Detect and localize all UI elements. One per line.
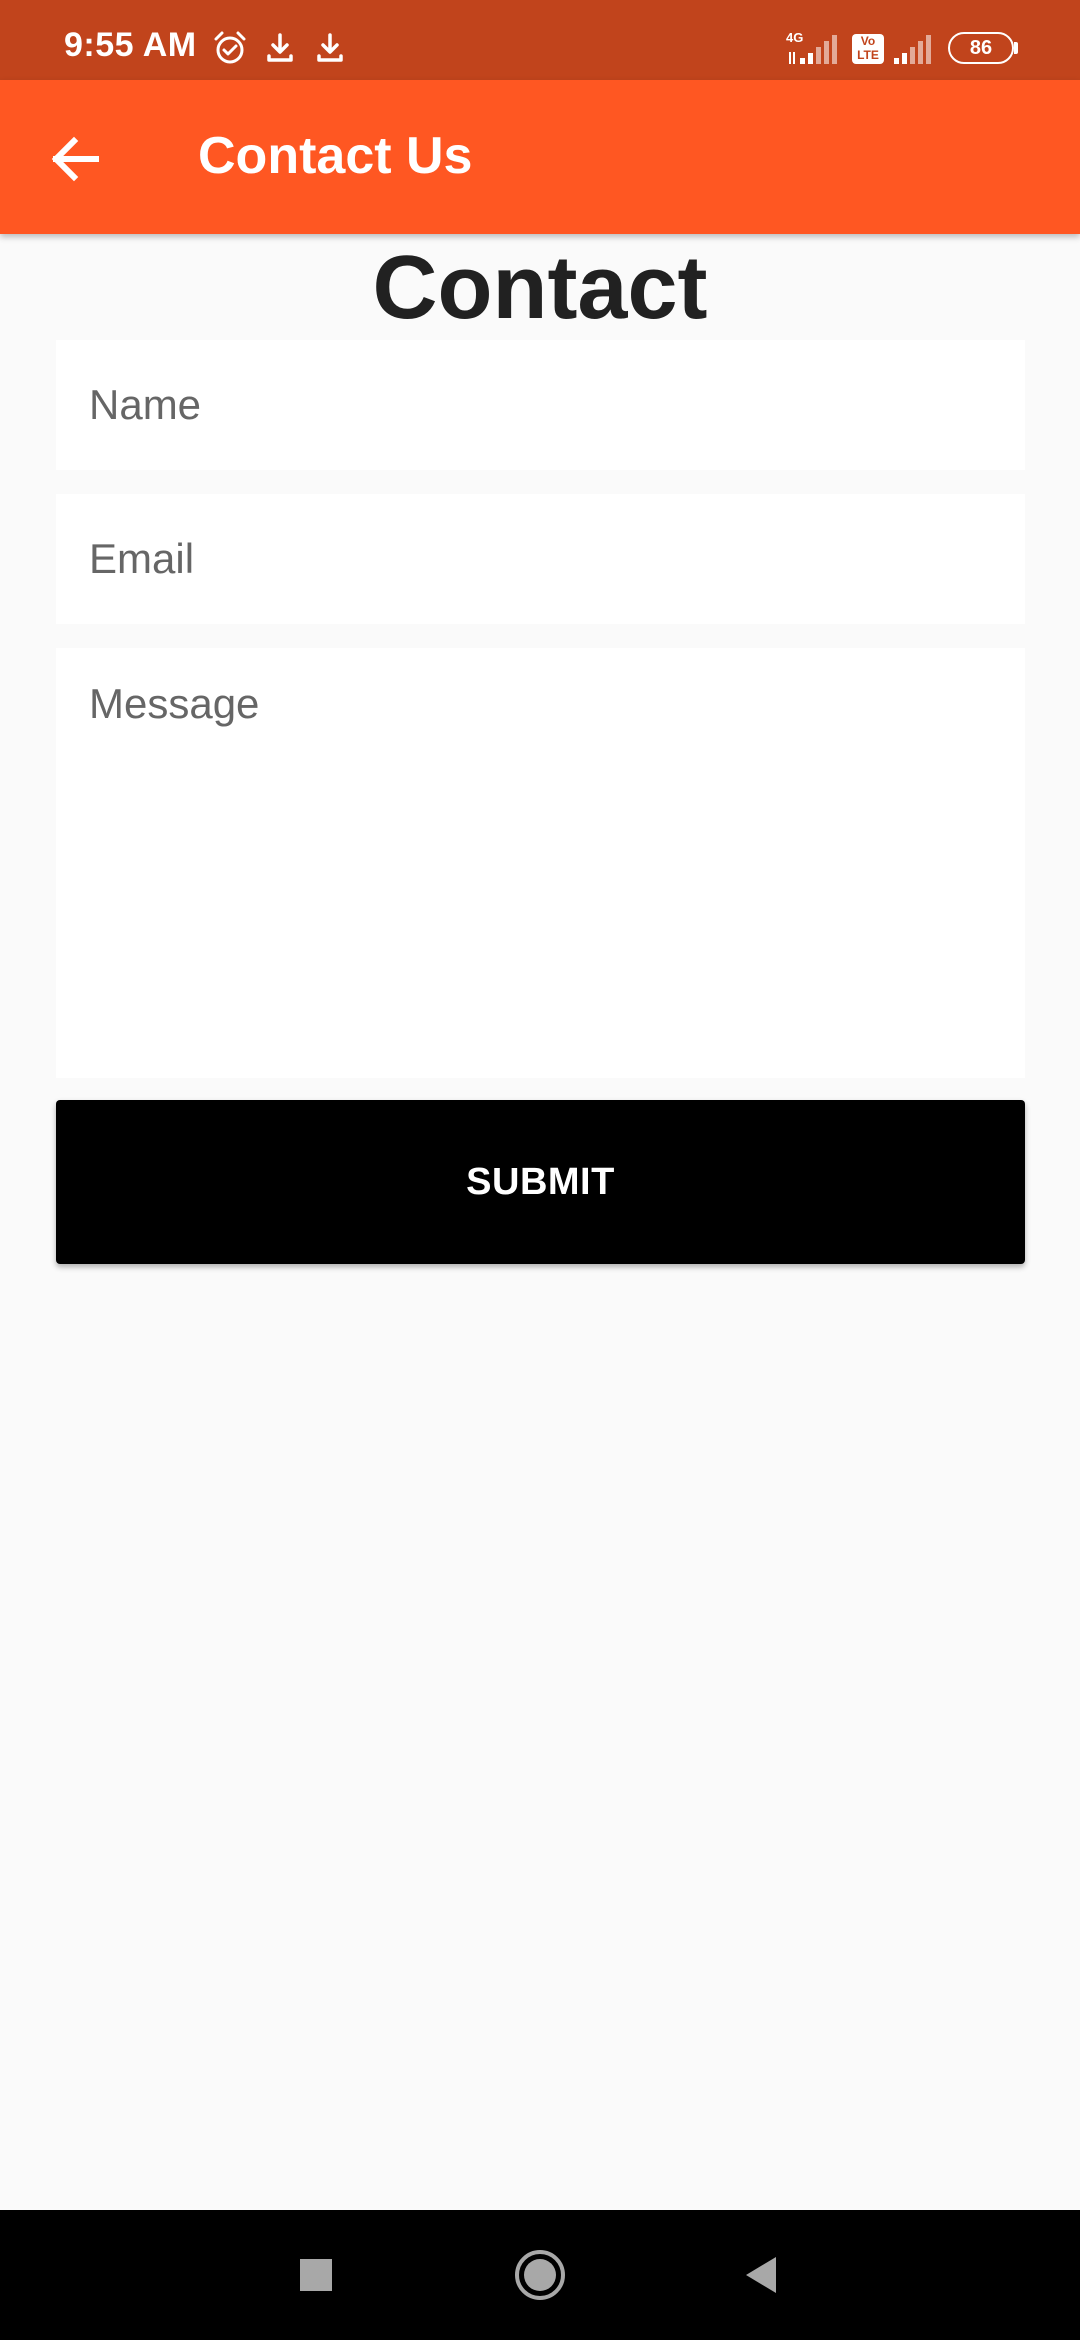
alarm-icon	[212, 30, 248, 66]
battery-tip	[1014, 42, 1018, 54]
download-icon	[262, 30, 298, 66]
status-bar: 9:55 AM 4G Vo LTE 86	[0, 0, 1080, 80]
home-circle-icon[interactable]	[508, 2243, 572, 2307]
arrow-back-icon[interactable]	[40, 123, 112, 195]
back-triangle-icon[interactable]	[730, 2243, 794, 2307]
name-field[interactable]	[56, 340, 1025, 470]
app-bar: Contact Us	[0, 80, 1080, 234]
email-field[interactable]	[56, 494, 1025, 624]
battery-indicator: 86	[948, 32, 1014, 64]
system-navigation-bar	[0, 2210, 1080, 2340]
signal-strength-icon	[890, 30, 936, 66]
app-bar-title: Contact Us	[198, 127, 473, 185]
download-icon	[312, 30, 348, 66]
message-field[interactable]	[56, 648, 1025, 1078]
recents-square-icon[interactable]	[284, 2243, 348, 2307]
page-title: Contact	[372, 238, 708, 338]
signal-strength-icon	[784, 30, 840, 66]
submit-button[interactable]: SUBMIT	[56, 1100, 1025, 1264]
status-time: 9:55 AM	[64, 26, 197, 64]
volte-icon: Vo LTE	[852, 34, 884, 64]
